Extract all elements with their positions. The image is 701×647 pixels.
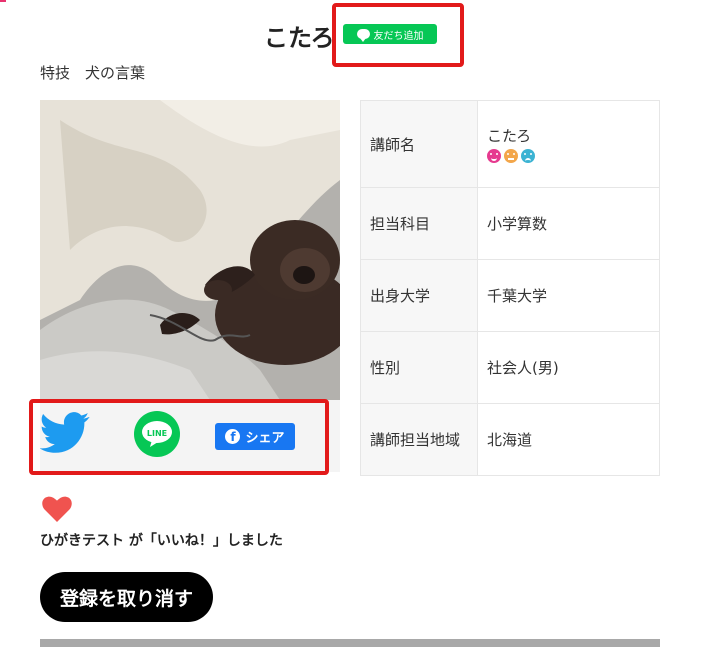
row-label: 出身大学 bbox=[360, 259, 478, 332]
like-status-text: ひがきテスト が「いいね！」しました bbox=[40, 533, 283, 549]
table-row: 講師名 こたろ bbox=[360, 100, 660, 188]
sad-face-icon[interactable] bbox=[521, 149, 535, 163]
facebook-icon: f bbox=[225, 429, 241, 444]
accent-edge bbox=[0, 0, 6, 2]
teacher-name-value: こたろ bbox=[487, 127, 532, 145]
twitter-bird-icon[interactable] bbox=[40, 412, 90, 454]
rating-icons bbox=[487, 149, 658, 163]
line-share-label: LINE bbox=[147, 429, 167, 438]
highlight-box-line-add bbox=[332, 3, 464, 67]
row-label: 講師名 bbox=[360, 100, 478, 188]
line-share-icon[interactable]: LINE bbox=[134, 411, 180, 457]
row-value: 小学算数 bbox=[477, 187, 660, 260]
row-value: 千葉大学 bbox=[477, 259, 660, 332]
table-row: 性別 社会人(男) bbox=[360, 331, 660, 404]
facebook-share-label: シェア bbox=[245, 431, 285, 446]
row-label: 性別 bbox=[360, 331, 478, 404]
table-row: 担当科目 小学算数 bbox=[360, 187, 660, 260]
skill-text: 特技 犬の言葉 bbox=[40, 64, 146, 82]
bottom-divider-bar bbox=[40, 639, 660, 647]
row-value: こたろ bbox=[477, 100, 660, 188]
dog-in-bed-photo bbox=[40, 100, 340, 400]
neutral-face-icon[interactable] bbox=[504, 149, 518, 163]
row-label: 講師担当地域 bbox=[360, 403, 478, 476]
smile-face-icon[interactable] bbox=[487, 149, 501, 163]
teacher-photo bbox=[40, 100, 340, 400]
table-row: 出身大学 千葉大学 bbox=[360, 259, 660, 332]
page-title: こたろ bbox=[264, 24, 335, 52]
row-value: 社会人(男) bbox=[477, 331, 660, 404]
facebook-share-button[interactable]: f シェア bbox=[215, 423, 295, 450]
heart-icon[interactable] bbox=[42, 496, 72, 522]
row-label: 担当科目 bbox=[360, 187, 478, 260]
table-row: 講師担当地域 北海道 bbox=[360, 403, 660, 476]
row-value: 北海道 bbox=[477, 403, 660, 476]
teacher-info-table: 講師名 こたろ 担当科目 小学算数 出身大学 千葉大学 性別 社会人(男) 講師… bbox=[360, 100, 660, 476]
unregister-button[interactable]: 登録を取り消す bbox=[40, 572, 213, 622]
